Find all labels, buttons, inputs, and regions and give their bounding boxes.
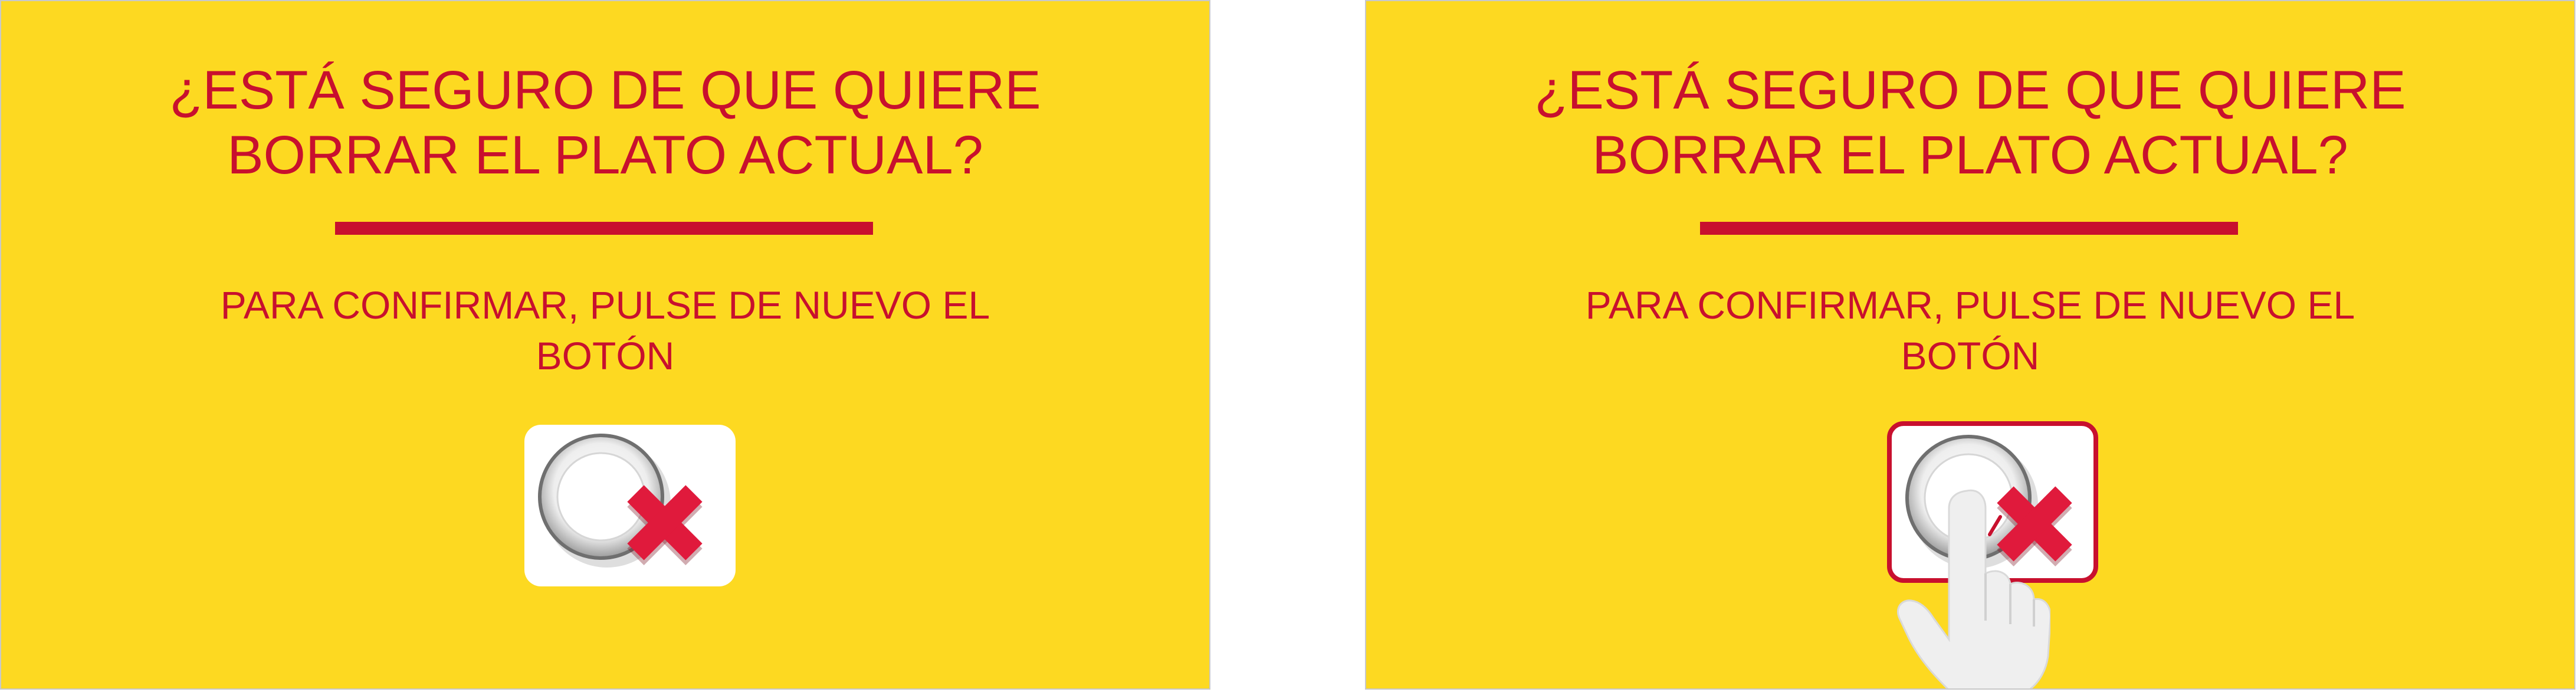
confirm-title-line-1: ¿ESTÁ SEGURO DE QUE QUIERE (1534, 60, 2406, 120)
confirm-instruction-line-1: PARA CONFIRMAR, PULSE DE NUEVO EL (1585, 283, 2355, 327)
delete-plate-icon (538, 434, 703, 568)
pointing-hand-icon (1897, 489, 2050, 688)
divider (1700, 222, 2238, 235)
confirm-screen-idle: ¿ESTÁ SEGURO DE QUE QUIERE BORRAR EL PLA… (0, 0, 1210, 690)
confirm-instruction-line-2: BOTÓN (1901, 334, 2040, 378)
confirm-instruction: PARA CONFIRMAR, PULSE DE NUEVO EL BOTÓN (1366, 280, 2574, 381)
confirm-screen-pressed: ¿ESTÁ SEGURO DE QUE QUIERE BORRAR EL PLA… (1365, 0, 2575, 690)
confirm-title-line-1: ¿ESTÁ SEGURO DE QUE QUIERE (169, 60, 1041, 120)
delete-plate-button[interactable] (524, 425, 736, 586)
confirm-instruction-line-1: PARA CONFIRMAR, PULSE DE NUEVO EL (220, 283, 990, 327)
confirm-instruction: PARA CONFIRMAR, PULSE DE NUEVO EL BOTÓN (1, 280, 1209, 381)
confirm-title-line-2: BORRAR EL PLATO ACTUAL? (1592, 125, 2348, 185)
confirm-title: ¿ESTÁ SEGURO DE QUE QUIERE BORRAR EL PLA… (1366, 58, 2574, 188)
confirm-title-line-2: BORRAR EL PLATO ACTUAL? (227, 125, 983, 185)
divider (335, 222, 873, 235)
confirm-instruction-line-2: BOTÓN (536, 334, 675, 378)
confirm-title: ¿ESTÁ SEGURO DE QUE QUIERE BORRAR EL PLA… (1, 58, 1209, 188)
